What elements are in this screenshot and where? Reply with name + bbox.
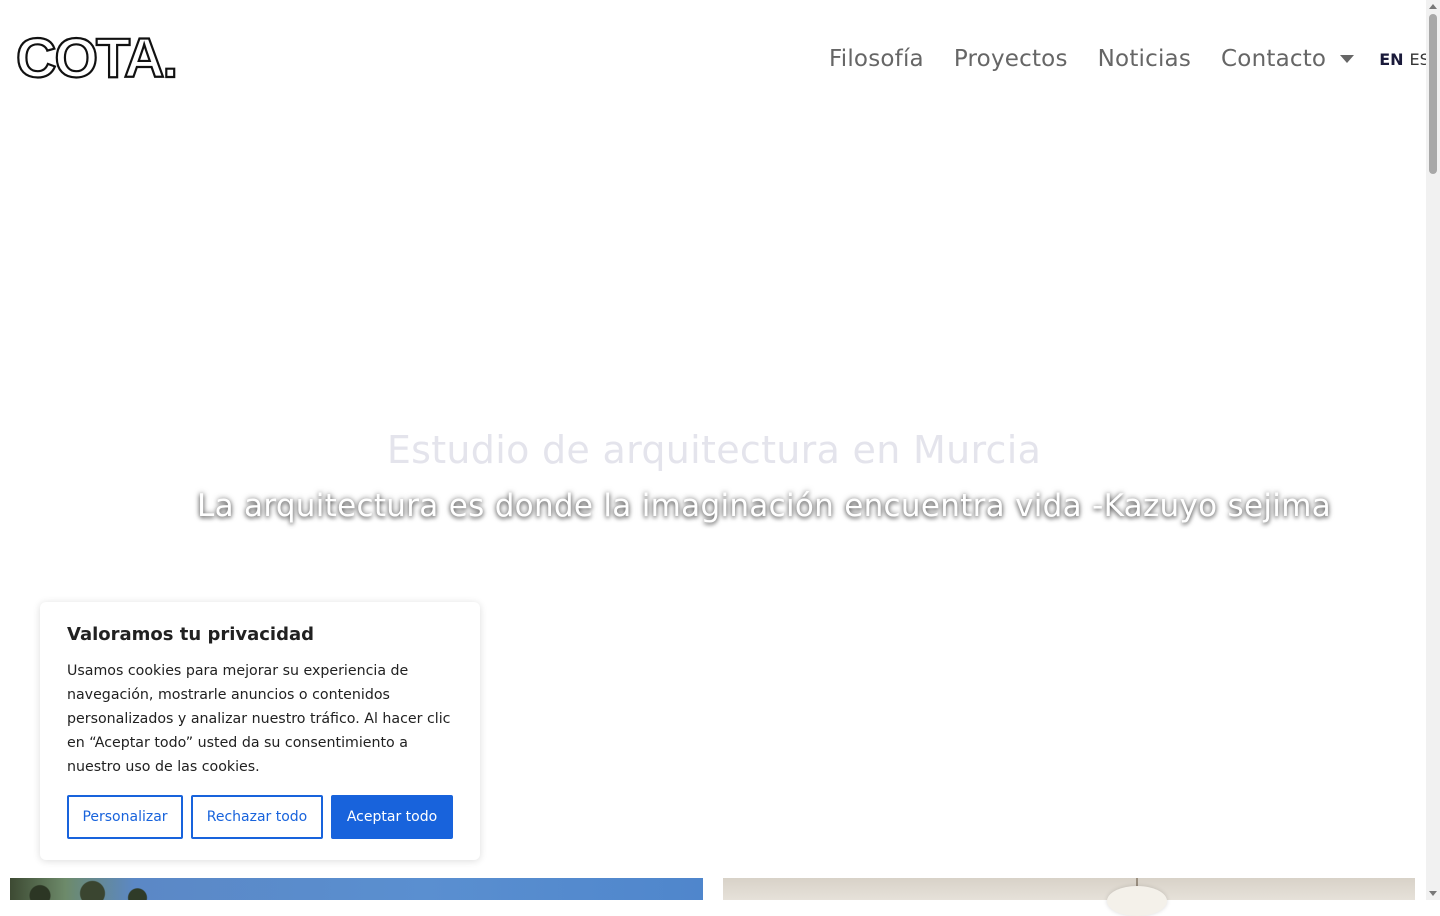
lang-en[interactable]: EN bbox=[1379, 50, 1403, 69]
nav-contacto-dropdown[interactable]: Contacto bbox=[1221, 46, 1355, 72]
tree-foliage bbox=[10, 878, 160, 900]
reject-all-button[interactable]: Rechazar todo bbox=[191, 795, 323, 839]
project-image-left[interactable] bbox=[10, 878, 703, 900]
scroll-thumb[interactable] bbox=[1429, 14, 1437, 174]
chevron-down-icon[interactable] bbox=[1340, 54, 1355, 64]
cota-logo[interactable]: COTA. bbox=[16, 34, 198, 80]
project-image-right[interactable] bbox=[723, 878, 1415, 916]
nav-proyectos[interactable]: Proyectos bbox=[954, 46, 1068, 72]
language-switcher: EN ES bbox=[1379, 50, 1430, 69]
cookie-buttons: Personalizar Rechazar todo Aceptar todo bbox=[67, 795, 453, 839]
hero-subtitle: Estudio de arquitectura en Murcia bbox=[386, 428, 1042, 472]
nav-filosofia[interactable]: Filosofía bbox=[829, 46, 924, 72]
logo-text: COTA. bbox=[16, 34, 176, 80]
page-scrollbar[interactable] bbox=[1426, 0, 1440, 900]
cookie-title: Valoramos tu privacidad bbox=[67, 624, 315, 645]
nav-contacto[interactable]: Contacto bbox=[1221, 46, 1326, 72]
accept-all-button[interactable]: Aceptar todo bbox=[331, 795, 453, 839]
scroll-up-arrow-icon[interactable] bbox=[1429, 4, 1437, 9]
main-nav: Filosofía Proyectos Noticias Contacto EN… bbox=[829, 40, 1430, 78]
nav-noticias[interactable]: Noticias bbox=[1098, 46, 1191, 72]
cookie-consent-banner: Valoramos tu privacidad Usamos cookies p… bbox=[40, 602, 480, 860]
pendant-lamp bbox=[1107, 886, 1167, 916]
hero-quote: La arquitectura es donde la imaginación … bbox=[197, 488, 1331, 524]
scroll-down-arrow-icon[interactable] bbox=[1429, 891, 1437, 896]
customize-button[interactable]: Personalizar bbox=[67, 795, 183, 839]
cookie-description: Usamos cookies para mejorar su experienc… bbox=[67, 663, 451, 775]
